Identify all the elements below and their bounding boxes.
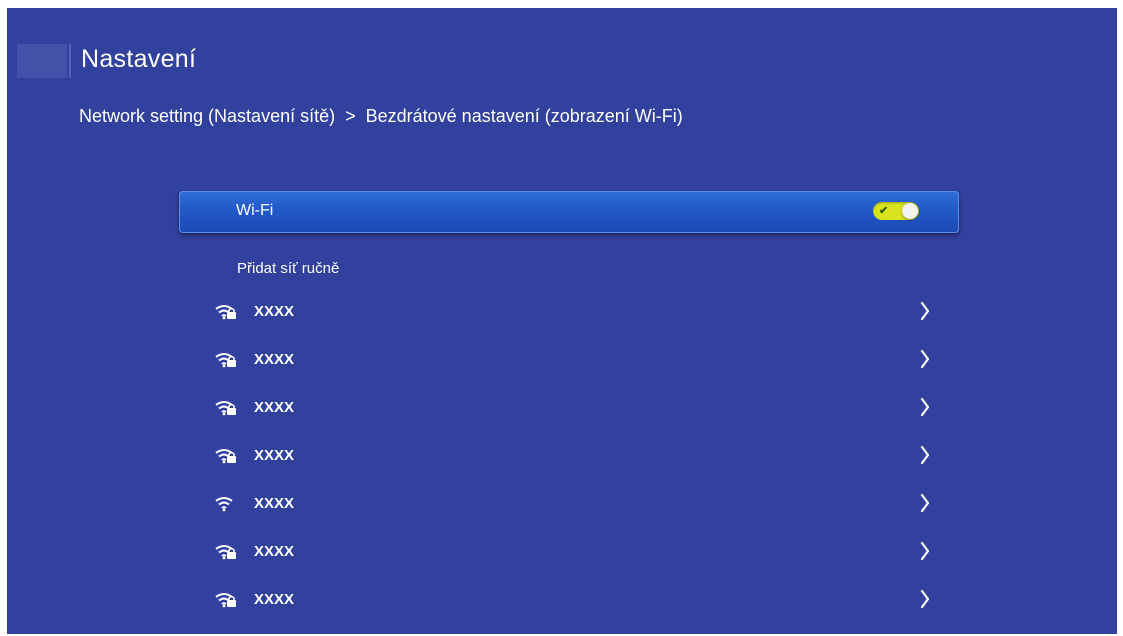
settings-screen: Nastavení Network setting (Nastavení sít… (7, 8, 1117, 634)
network-name: XXXX (254, 543, 295, 560)
wifi-toggle-row[interactable]: Wi-Fi ✔ (179, 191, 959, 233)
chevron-right-icon (918, 300, 932, 322)
network-list-item[interactable]: XXXX (212, 586, 932, 614)
chevron-right-icon (918, 492, 932, 514)
breadcrumb: Network setting (Nastavení sítě) > Bezdrát… (79, 106, 683, 127)
network-name: XXXX (254, 351, 295, 368)
chevron-right-icon (918, 396, 932, 418)
add-network-manually-item[interactable]: Přidat síť ručně (237, 260, 339, 277)
toggle-knob (902, 203, 918, 219)
header-logo-block (17, 44, 67, 78)
breadcrumb-separator: > (345, 106, 356, 126)
check-icon: ✔ (879, 205, 889, 217)
chevron-right-icon (918, 348, 932, 370)
network-list-item[interactable]: XXXX (212, 490, 932, 518)
network-name: XXXX (254, 591, 295, 608)
wifi-label: Wi-Fi (236, 202, 274, 219)
network-name: XXXX (254, 495, 295, 512)
network-list-item[interactable]: XXXX (212, 298, 932, 326)
header-divider (69, 44, 71, 78)
wifi-locked-icon (215, 304, 237, 320)
network-list-item[interactable]: XXXX (212, 346, 932, 374)
wifi-locked-icon (215, 448, 237, 464)
network-list-item[interactable]: XXXX (212, 442, 932, 470)
wifi-toggle[interactable]: ✔ (873, 202, 919, 220)
network-name: XXXX (254, 399, 295, 416)
page-title: Nastavení (81, 45, 197, 73)
wifi-locked-icon (215, 592, 237, 608)
network-name: XXXX (254, 303, 295, 320)
network-list-item[interactable]: XXXX (212, 394, 932, 422)
breadcrumb-current: Bezdrátové nastavení (zobrazení Wi-Fi) (365, 106, 683, 126)
wifi-locked-icon (215, 544, 237, 560)
network-name: XXXX (254, 447, 295, 464)
wifi-locked-icon (215, 400, 237, 416)
chevron-right-icon (918, 540, 932, 562)
wifi-locked-icon (215, 352, 237, 368)
chevron-right-icon (918, 444, 932, 466)
wifi-icon (215, 496, 237, 512)
network-list-item[interactable]: XXXX (212, 538, 932, 566)
chevron-right-icon (918, 588, 932, 610)
breadcrumb-parent: Network setting (Nastavení sítě) (79, 106, 336, 126)
